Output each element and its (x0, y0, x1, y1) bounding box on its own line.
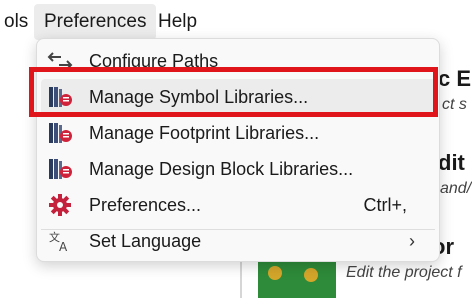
gear-icon (47, 193, 73, 217)
bg-heading-fragment: dit (438, 150, 465, 175)
footprint-library-icon (47, 121, 73, 145)
translate-icon: 文 A (47, 229, 73, 254)
menu-item-label: Set Language (89, 231, 202, 251)
bg-text-fragment: ct s (442, 96, 467, 113)
pcb-thumbnail (258, 258, 336, 298)
bg-heading-fragment: c E (438, 66, 472, 91)
menu-item-set-language[interactable]: 文 A Set Language › (41, 223, 435, 259)
highlight-box (29, 67, 438, 117)
menu-item-label: Preferences... (89, 195, 202, 215)
shortcut-label: Ctrl+, (363, 195, 407, 215)
svg-text:A: A (59, 240, 68, 253)
bg-description: Edit the project f (346, 264, 462, 281)
bg-text-fragment: and/ (440, 180, 472, 197)
menu-preferences[interactable]: Preferences (34, 4, 157, 40)
menu-item-manage-design-block-libraries[interactable]: Manage Design Block Libraries... (41, 151, 435, 187)
chevron-right-icon: › (409, 231, 415, 251)
menu-help[interactable]: Help (148, 4, 207, 40)
menu-tools[interactable]: ols (0, 4, 38, 40)
menu-item-manage-footprint-libraries[interactable]: Manage Footprint Libraries... (41, 115, 435, 151)
menu-item-label: Manage Footprint Libraries... (89, 123, 320, 143)
menu-item-preferences[interactable]: Preferences... Ctrl+, (41, 187, 435, 223)
design-block-library-icon (47, 157, 73, 181)
menu-item-label: Manage Design Block Libraries... (89, 159, 354, 179)
